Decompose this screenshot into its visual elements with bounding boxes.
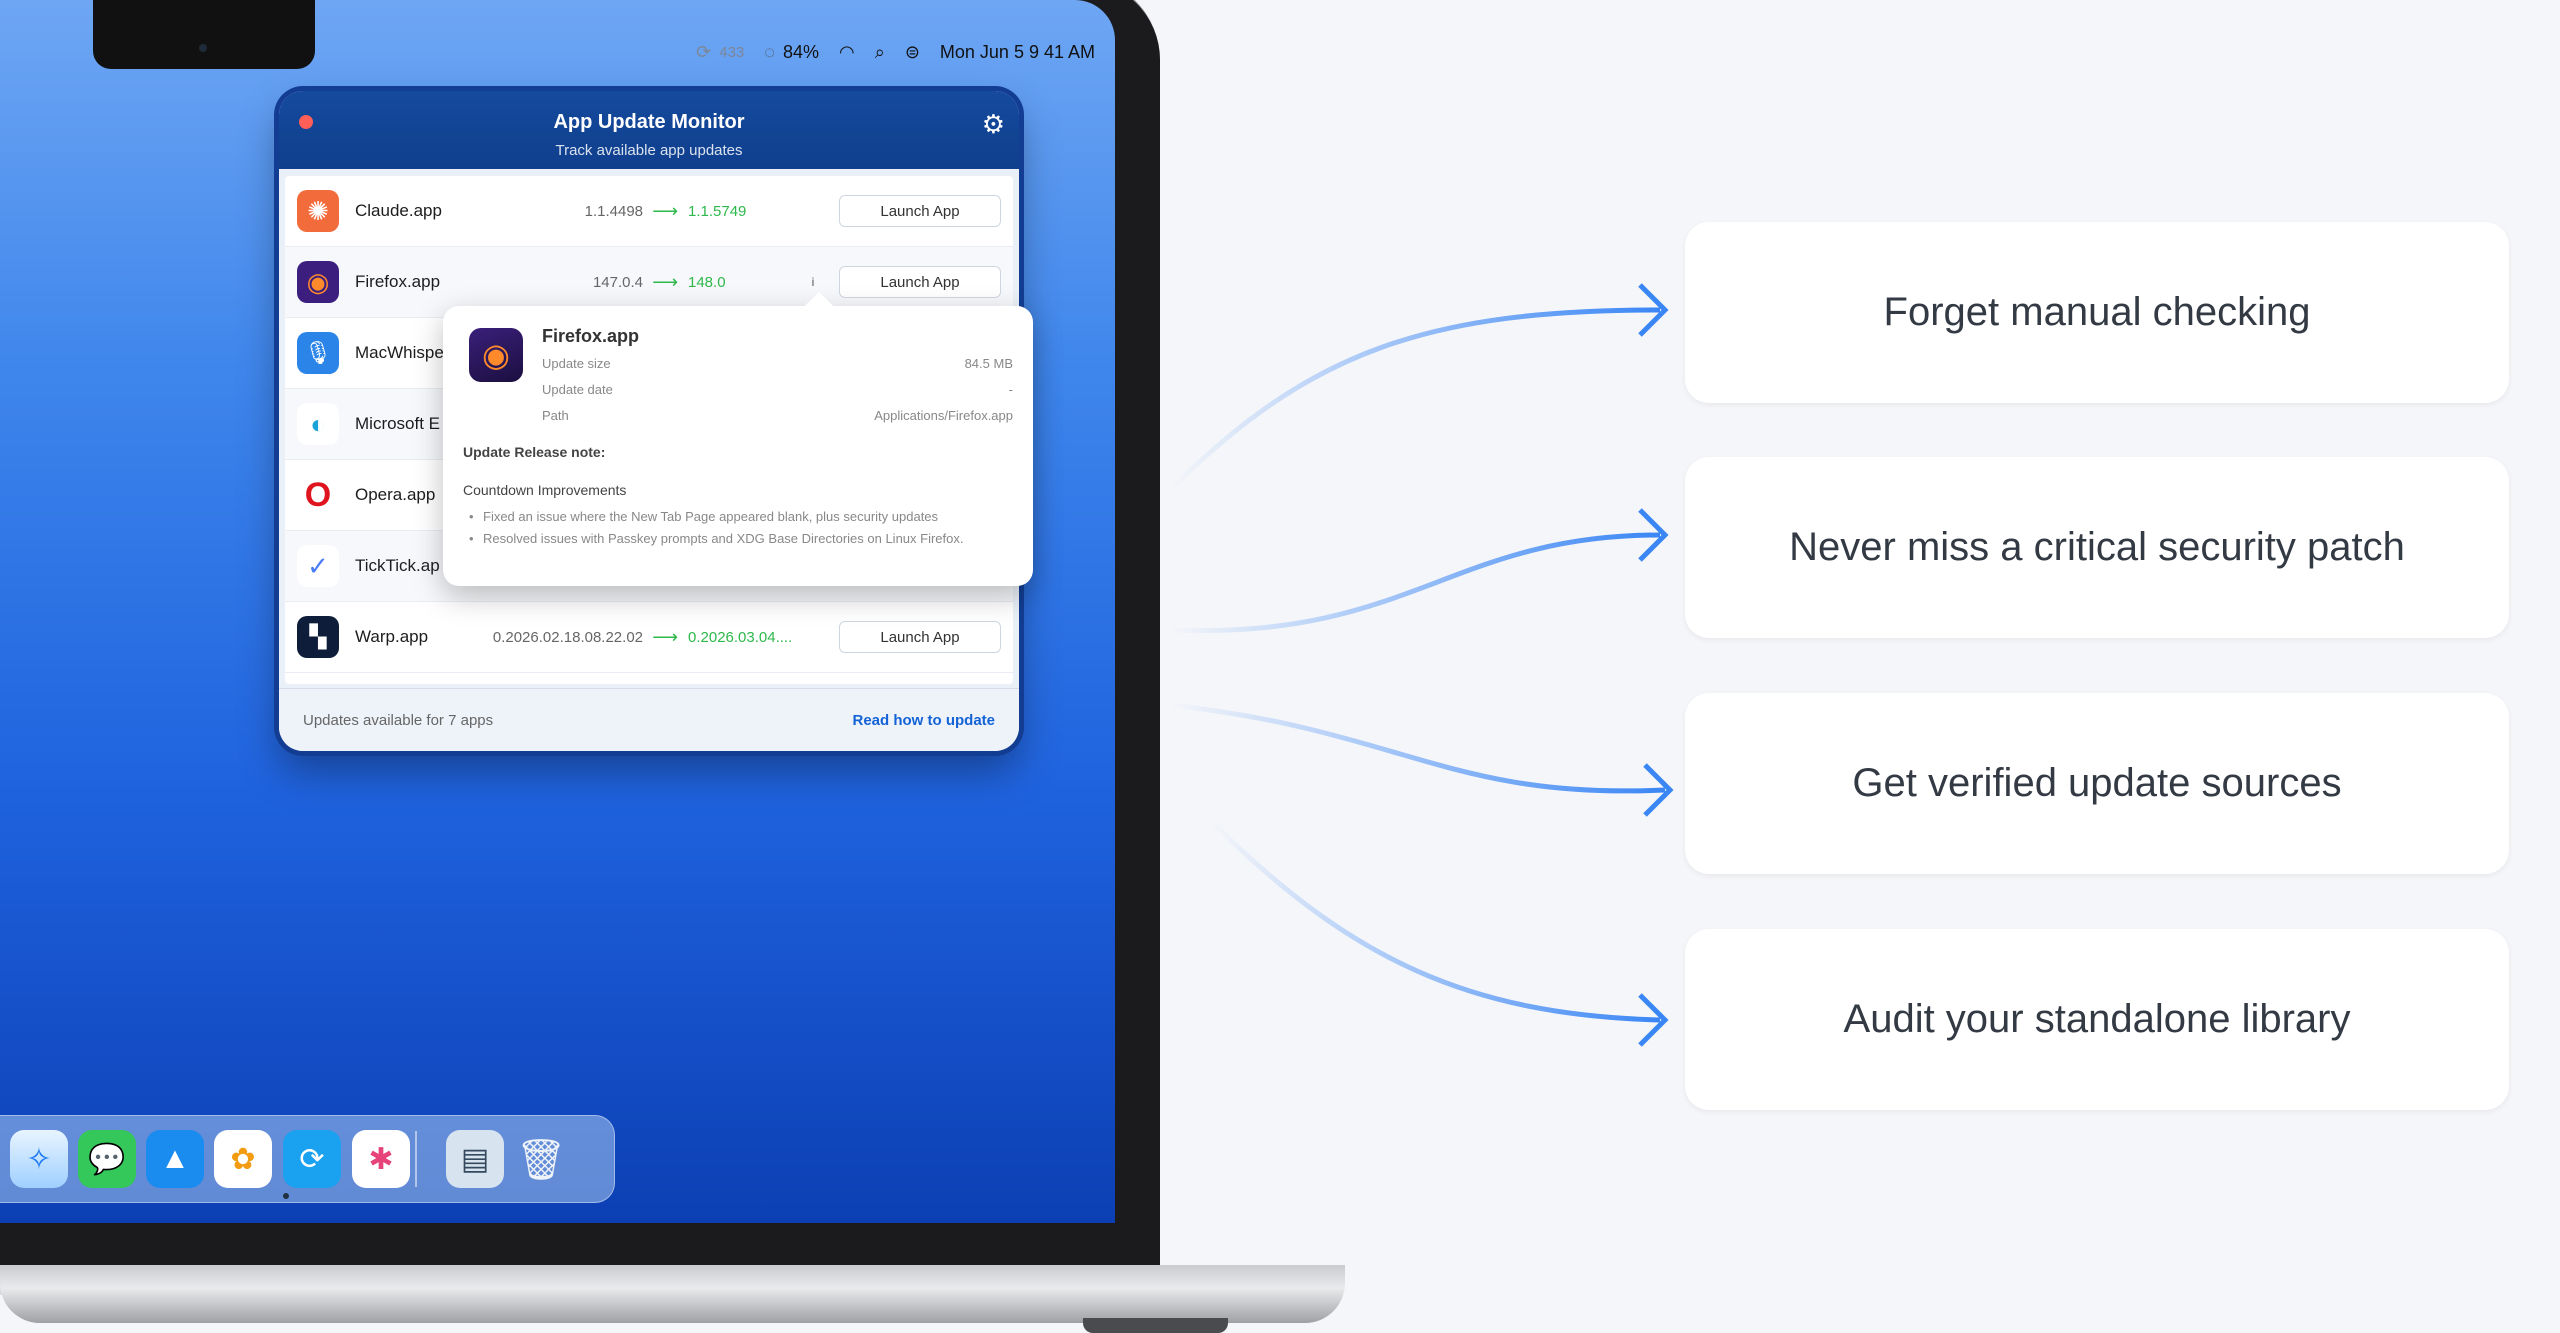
popover-title: Firefox.app	[542, 326, 640, 346]
release-note-list: Fixed an issue where the New Tab Page ap…	[463, 506, 1019, 550]
read-how-to-update-link[interactable]: Read how to update	[853, 712, 996, 729]
photos-icon[interactable]: ✱	[352, 1130, 410, 1188]
dock: ✧ 💬 ▲ ✿ ⟳ ✱ ▤ 🗑	[0, 1115, 615, 1203]
opera-app-icon: O	[297, 474, 339, 516]
list-item: Resolved issues with Passkey prompts and…	[463, 528, 1019, 550]
menubar-clock[interactable]: Mon Jun 5 9 41 AM	[940, 42, 1095, 63]
claude-app-icon: ✺	[297, 190, 339, 232]
current-version: 147.0.4	[592, 273, 643, 291]
laptop-bezel: ⟳ 433 ◌ 84% ◠ ⌕ ⊜ Mon Jun 5 9 41 AM App Up…	[0, 0, 1160, 1290]
launch-app-button[interactable]: Launch App	[839, 266, 1001, 298]
microsoft-edge-icon: ◐	[297, 403, 339, 445]
arrow-line-1	[1168, 307, 1661, 492]
feature-card: Get verified update sources	[1685, 693, 2509, 874]
macwhisper-app-icon: 🎙	[297, 332, 339, 374]
arrow-line-2	[1169, 532, 1661, 634]
window-title: App Update Monitor	[553, 111, 745, 133]
gear-icon[interactable]: ⚙	[982, 109, 1005, 140]
new-version: 1.1.5749	[688, 202, 747, 220]
path-label: Path	[542, 408, 569, 423]
menu-bar: ⟳ 433 ◌ 84% ◠ ⌕ ⊜ Mon Jun 5 9 41 AM	[696, 32, 1095, 72]
feature-card: Forget manual checking	[1685, 222, 2509, 403]
desktop-screen: ⟳ 433 ◌ 84% ◠ ⌕ ⊜ Mon Jun 5 9 41 AM App Up…	[0, 0, 1115, 1223]
control-center-icon[interactable]: ⊜	[905, 42, 920, 63]
app-name: Firefox.app	[355, 272, 441, 291]
firefox-app-icon: ◉	[297, 261, 339, 303]
battery-icon: ◌	[764, 41, 775, 62]
battery-percent: 84%	[782, 41, 819, 62]
update-size-value: 84.5 MB	[964, 356, 1013, 371]
info-icon[interactable]: i	[806, 275, 820, 289]
sync-icon: ⟳	[696, 41, 712, 62]
path-row: Path Applications/Firefox.app	[542, 408, 1013, 423]
launch-app-button[interactable]: Launch App	[839, 195, 1001, 227]
path-value: Applications/Firefox.app	[874, 408, 1013, 423]
window-footer: Updates available for 7 apps Read how to…	[279, 688, 1019, 751]
trash-icon[interactable]: 🗑	[512, 1130, 570, 1188]
update-size-row: Update size 84.5 MB	[542, 356, 1013, 371]
sync-status[interactable]: ⟳ 433	[696, 42, 744, 63]
sync-app-icon[interactable]: ⟳	[283, 1130, 341, 1188]
preview-icon[interactable]: ▤	[446, 1130, 504, 1188]
camera-icon	[199, 44, 207, 52]
update-date-value: -	[1008, 382, 1013, 397]
firefox-app-icon: ◉	[469, 328, 523, 382]
table-row[interactable]: ✺ Claude.app 1.1.4498 ⟶ 1.1.5749 Launch …	[285, 176, 1013, 247]
search-icon[interactable]: ⌕	[875, 42, 885, 63]
release-note-section: Countdown Improvements	[463, 482, 627, 498]
update-size-label: Update size	[542, 356, 611, 371]
camera-notch	[93, 0, 315, 69]
running-indicator	[283, 1193, 289, 1199]
flower-app-icon[interactable]: ✿	[214, 1130, 272, 1188]
ticktick-app-icon: ✓	[297, 545, 339, 587]
laptop-base	[0, 1265, 1345, 1323]
current-version: 1.1.4498	[584, 202, 643, 220]
window-subtitle: Track available app updates	[555, 142, 743, 159]
app-name: Claude.app	[355, 201, 442, 220]
connector-arrows	[1168, 283, 1674, 1047]
arrow-right-icon: ⟶	[652, 200, 678, 221]
arrow-line-4	[1208, 818, 1661, 1023]
warp-app-icon: ▚	[297, 616, 339, 658]
current-version: 0.2026.02.18.08.22.02	[492, 628, 643, 646]
window-header: App Update Monitor Track available app u…	[279, 91, 1019, 169]
laptop-foot	[1083, 1318, 1228, 1333]
list-item: Fixed an issue where the New Tab Page ap…	[463, 506, 1019, 528]
arrow-right-icon: ⟶	[652, 271, 678, 292]
sync-count: 433	[719, 43, 745, 61]
update-date-label: Update date	[542, 382, 613, 397]
app-name: Warp.app	[355, 627, 429, 646]
close-button[interactable]	[299, 115, 313, 129]
release-note-heading: Update Release note:	[463, 444, 606, 460]
launch-app-button[interactable]: Launch App	[839, 621, 1001, 653]
dock-separator	[415, 1131, 417, 1187]
app-details-popover: ◉ Firefox.app Update size 84.5 MB Update…	[443, 291, 1033, 586]
safari-icon[interactable]: ✧	[10, 1130, 68, 1188]
update-date-row: Update date -	[542, 382, 1013, 397]
arrow-line-3	[1169, 702, 1666, 794]
arrow-right-icon: ⟶	[652, 626, 678, 647]
feature-card: Audit your standalone library	[1685, 929, 2509, 1110]
messages-icon[interactable]: 💬	[78, 1130, 136, 1188]
feature-card: Never miss a critical security patch	[1685, 457, 2509, 638]
battery-status[interactable]: ◌ 84%	[764, 42, 819, 63]
updates-count: Updates available for 7 apps	[303, 711, 494, 729]
wifi-icon[interactable]: ◠	[839, 42, 855, 63]
new-version: 148.0	[688, 273, 726, 291]
table-row[interactable]: ▚ Warp.app 0.2026.02.18.08.22.02 ⟶ 0.202…	[285, 602, 1013, 673]
new-version: 0.2026.03.04....	[688, 628, 793, 646]
mountain-app-icon[interactable]: ▲	[146, 1130, 204, 1188]
